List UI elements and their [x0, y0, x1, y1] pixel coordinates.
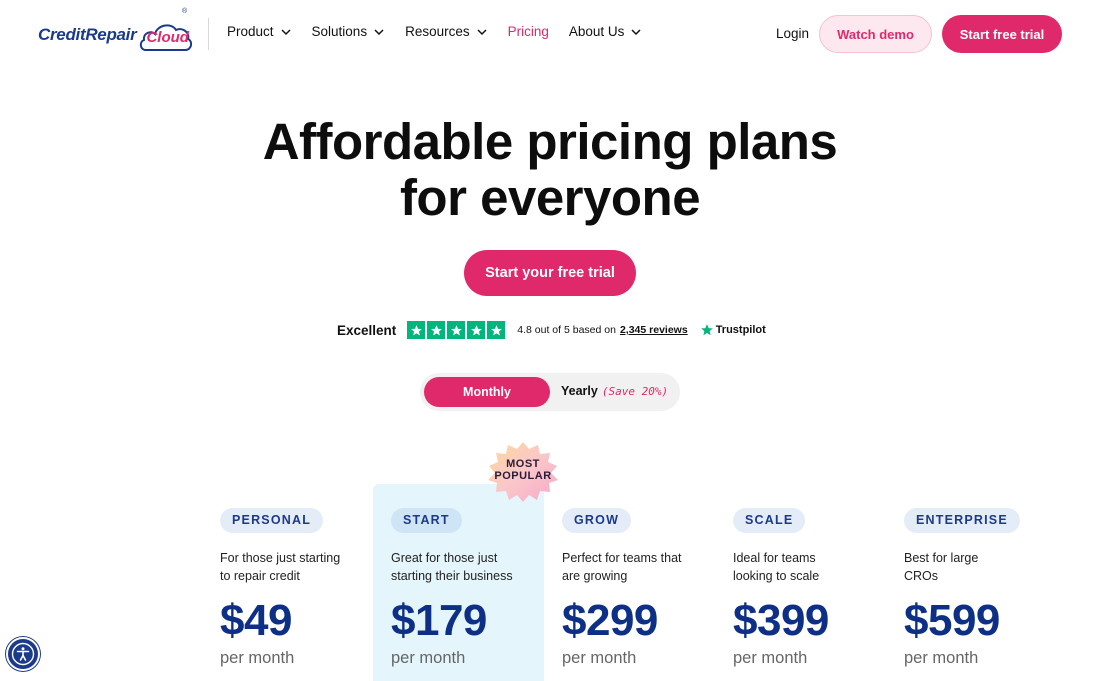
most-popular-badge: MOST POPULAR — [481, 440, 565, 504]
plan-description: For those just starting to repair credit — [220, 549, 380, 585]
logo-text: CreditRepair — [38, 25, 137, 44]
plan-description: Best for large CROs — [904, 549, 1064, 585]
plan-price: $299 — [562, 596, 658, 645]
logo-cloud-text: Cloud — [146, 29, 189, 46]
nav-item-solutions[interactable]: Solutions — [312, 24, 386, 39]
nav-item-label: Product — [227, 24, 274, 39]
plan-card-personal: PERSONAL For those just starting to repa… — [220, 508, 380, 668]
chevron-down-icon — [477, 28, 487, 35]
plan-card-grow: GROW Perfect for teams that are growing … — [562, 508, 722, 668]
toggle-yearly-label: Yearly — [561, 384, 598, 398]
nav-links: Product Solutions Resources Pricing Abou… — [227, 24, 662, 39]
plan-description-line2: to repair credit — [220, 569, 300, 583]
login-link[interactable]: Login — [776, 26, 809, 41]
plan-price: $49 — [220, 596, 292, 645]
trustpilot-reviews-link[interactable]: 2,345 reviews — [620, 324, 688, 336]
chevron-down-icon — [374, 28, 384, 35]
nav-divider — [208, 18, 209, 50]
plan-description-line1: For those just starting — [220, 551, 341, 565]
cloud-icon: Cloud — [138, 19, 194, 51]
plan-description: Perfect for teams that are growing — [562, 549, 722, 585]
star-icon — [487, 321, 506, 339]
nav-item-resources[interactable]: Resources — [405, 24, 488, 39]
trustpilot-rating-text: 4.8 out of 5 based on — [517, 324, 616, 336]
plan-description-line1: Best for large — [904, 551, 979, 565]
top-navigation: CreditRepair Cloud ® Product Solutions R… — [0, 0, 1100, 68]
plan-card-start: START Great for those just starting thei… — [391, 508, 551, 668]
badge-text: MOST POPULAR — [481, 458, 565, 482]
plan-tag: START — [391, 508, 462, 533]
nav-item-label: About Us — [568, 24, 625, 39]
plan-description: Ideal for teams looking to scale — [733, 549, 893, 585]
star-icon — [467, 321, 486, 339]
toggle-monthly[interactable]: Monthly — [424, 377, 550, 407]
brand-logo[interactable]: CreditRepair Cloud — [38, 17, 194, 53]
plan-description-line2: starting their business — [391, 569, 513, 583]
trustpilot-brand: Trustpilot — [715, 324, 766, 336]
toggle-yearly[interactable]: Yearly (Save 20%) — [561, 384, 668, 398]
chevron-down-icon — [281, 28, 291, 35]
plan-price: $599 — [904, 596, 1000, 645]
billing-toggle: Monthly Yearly (Save 20%) — [420, 373, 680, 411]
plan-tag: GROW — [562, 508, 632, 533]
trustpilot-widget[interactable]: Excellent 4.8 out of 5 based on 2,345 re… — [337, 320, 766, 340]
plan-card-enterprise: ENTERPRISE Best for large CROs $599 per … — [904, 508, 1064, 668]
nav-item-label: Solutions — [311, 24, 368, 39]
plan-period: per month — [562, 649, 637, 667]
plan-tag: PERSONAL — [220, 508, 324, 533]
trustpilot-logo: Trustpilot — [700, 323, 766, 337]
accessibility-button[interactable] — [6, 637, 40, 671]
start-your-free-trial-button[interactable]: Start your free trial — [464, 250, 636, 296]
star-icon — [427, 321, 446, 339]
registered-mark: ® — [182, 8, 188, 15]
star-icon — [407, 321, 426, 339]
plan-description-line1: Great for those just — [391, 551, 498, 565]
nav-item-label: Resources — [405, 24, 470, 39]
plan-description-line2: CROs — [904, 569, 939, 583]
nav-item-pricing[interactable]: Pricing — [508, 24, 549, 39]
plan-period: per month — [904, 649, 979, 667]
plan-price: $399 — [733, 596, 829, 645]
plan-price: $179 — [391, 596, 487, 645]
nav-item-about-us[interactable]: About Us — [569, 24, 643, 39]
yearly-save-note: (Save 20%) — [601, 385, 669, 398]
page-title-line2: for everyone — [399, 169, 701, 226]
badge-line2: POPULAR — [494, 470, 552, 482]
plan-description-line2: are growing — [562, 569, 628, 583]
plan-tag: ENTERPRISE — [904, 508, 1020, 533]
badge-line1: MOST — [506, 458, 540, 470]
trustpilot-star-icon — [700, 324, 713, 336]
plan-card-scale: SCALE Ideal for teams looking to scale $… — [733, 508, 893, 668]
plan-description-line1: Perfect for teams that — [562, 551, 682, 565]
accessibility-icon — [11, 642, 35, 666]
watch-demo-button[interactable]: Watch demo — [819, 15, 932, 53]
plan-description: Great for those just starting their busi… — [391, 549, 551, 585]
trustpilot-stars — [407, 321, 506, 339]
plan-description-line2: looking to scale — [733, 569, 820, 583]
plan-tag: SCALE — [733, 508, 806, 533]
plan-period: per month — [391, 649, 466, 667]
chevron-down-icon — [631, 28, 641, 35]
trustpilot-label: Excellent — [337, 322, 397, 338]
star-icon — [447, 321, 466, 339]
plan-description-line1: Ideal for teams — [733, 551, 816, 565]
plan-period: per month — [733, 649, 808, 667]
nav-item-product[interactable]: Product — [227, 24, 292, 39]
page-title-line1: Affordable pricing plans — [262, 113, 838, 170]
nav-item-label: Pricing — [507, 24, 549, 39]
page-title: Affordable pricing plans for everyone — [0, 114, 1100, 226]
plan-period: per month — [220, 649, 295, 667]
start-free-trial-button[interactable]: Start free trial — [942, 15, 1062, 53]
